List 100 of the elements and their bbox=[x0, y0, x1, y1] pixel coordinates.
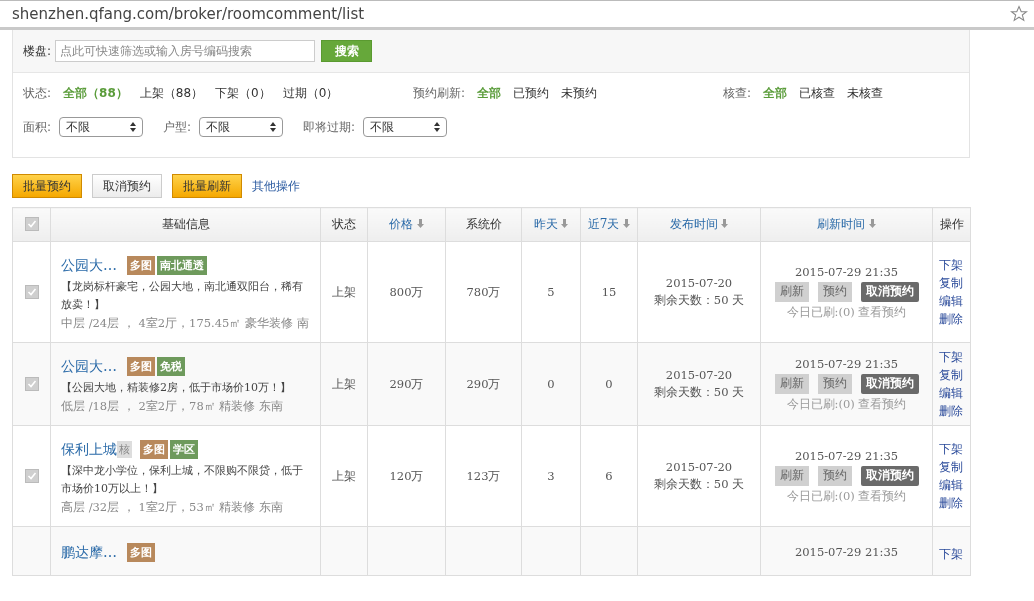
row-action-link[interactable]: 下架 bbox=[939, 256, 970, 274]
refresh-action-button[interactable]: 取消预约 bbox=[860, 281, 919, 302]
search-field[interactable]: 点此可快速筛选或输入房号编码搜索 bbox=[55, 40, 316, 62]
column-header[interactable]: 价格 bbox=[367, 207, 446, 242]
listing-tag: 南北通透 bbox=[157, 256, 207, 275]
listing-detail: 低层 /18层 ， 2室2厅，78㎡ 精装修 东南 bbox=[61, 398, 285, 415]
dropdown[interactable]: 不限 bbox=[363, 117, 448, 137]
row-action-link[interactable]: 编辑 bbox=[939, 476, 970, 494]
listing-tag: 多图 bbox=[127, 357, 155, 376]
sort-arrow-icon bbox=[561, 219, 569, 228]
refresh-action-button[interactable]: 预约 bbox=[817, 465, 852, 486]
listing-tag: 免税 bbox=[157, 357, 185, 376]
listing-description: 【深中龙小学位，保利上城，不限购不限贷，低于市场价10万以上！】 bbox=[61, 463, 304, 497]
refresh-time: 2015-07-29 21:35 bbox=[794, 356, 899, 371]
dropdown-arrows-icon bbox=[130, 122, 137, 132]
row-action-link[interactable]: 下架 bbox=[939, 348, 970, 366]
row-action-link[interactable]: 下架 bbox=[939, 440, 970, 458]
yesterday-cell: 0 bbox=[547, 377, 555, 391]
column-header: 操作 bbox=[932, 207, 971, 242]
listing-tag: 多图 bbox=[140, 440, 168, 459]
sort-arrow-icon bbox=[868, 219, 876, 228]
row-checkbox[interactable] bbox=[24, 284, 39, 299]
refresh-action-button[interactable]: 预约 bbox=[817, 373, 852, 394]
action-button[interactable]: 批量刷新 bbox=[172, 174, 242, 198]
listing-title[interactable]: 保利上城 bbox=[61, 440, 117, 459]
refresh-action-button[interactable]: 取消预约 bbox=[860, 465, 919, 486]
filter-option[interactable]: 未核查 bbox=[847, 84, 884, 102]
price-cell: 800万 bbox=[389, 284, 424, 299]
url-text[interactable]: shenzhen.qfang.com/broker/roomcomment/list bbox=[12, 5, 1010, 23]
filter-option[interactable]: 过期（0） bbox=[282, 84, 339, 102]
refresh-count: 今日已刷:(0) bbox=[786, 396, 855, 411]
row-action-link[interactable]: 删除 bbox=[939, 494, 970, 512]
filter-label: 核查: bbox=[723, 84, 752, 102]
other-actions-link[interactable]: 其他操作 bbox=[252, 177, 300, 195]
listing-description: 【龙岗标杆豪宅，公园大地，南北通双阳台，稀有放卖！】 bbox=[61, 279, 304, 313]
filter-option[interactable]: 上架（88） bbox=[139, 84, 204, 102]
listing-tag: 多图 bbox=[127, 256, 155, 275]
price-cell: 290万 bbox=[389, 376, 424, 391]
listing-title[interactable]: 鹏达摩… bbox=[61, 543, 117, 562]
dropdown[interactable]: 不限 bbox=[59, 117, 144, 137]
action-button[interactable]: 批量预约 bbox=[12, 174, 82, 198]
action-button[interactable]: 取消预约 bbox=[92, 174, 162, 198]
listing-detail: 中层 /24层 ， 4室2厅，175.45㎡ 豪华装修 南 bbox=[61, 315, 310, 332]
publish-date: 2015-07-20 bbox=[665, 368, 733, 382]
remaining-days: 剩余天数：50 天 bbox=[653, 293, 745, 308]
listing-description: 【公园大地，精装修2房，低于市场价10万！】 bbox=[61, 380, 292, 396]
sort-arrow-icon bbox=[416, 219, 424, 228]
verified-badge: 核 bbox=[117, 441, 132, 458]
row-action-link[interactable]: 编辑 bbox=[939, 292, 970, 310]
refresh-action-button[interactable]: 刷新 bbox=[774, 465, 809, 486]
filter-label: 预约刷新: bbox=[413, 84, 466, 102]
week-cell: 0 bbox=[605, 377, 613, 391]
week-cell: 15 bbox=[601, 285, 617, 299]
row-action-link[interactable]: 复制 bbox=[939, 274, 970, 292]
refresh-count: 今日已刷:(0) bbox=[786, 304, 855, 319]
column-header: 系统价 bbox=[445, 207, 522, 242]
filter-label: 户型: bbox=[163, 118, 192, 136]
listing-title[interactable]: 公园大… bbox=[61, 357, 117, 376]
bookmark-star-icon[interactable] bbox=[1010, 5, 1028, 23]
row-action-link[interactable]: 删除 bbox=[939, 310, 970, 328]
select-all-checkbox[interactable] bbox=[24, 217, 39, 231]
filter-option[interactable]: 下架（0） bbox=[215, 84, 271, 102]
price-cell: 120万 bbox=[389, 468, 424, 483]
listing-detail: 高层 /32层 ， 1室2厅，53㎡ 精装修 东南 bbox=[61, 499, 285, 516]
filter-label: 面积: bbox=[23, 118, 52, 136]
remaining-days: 剩余天数：50 天 bbox=[653, 385, 745, 400]
row-action-link[interactable]: 复制 bbox=[939, 366, 970, 384]
status-cell: 上架 bbox=[332, 284, 356, 299]
filter-option[interactable]: 未预约 bbox=[561, 84, 598, 102]
refresh-action-button[interactable]: 预约 bbox=[817, 281, 852, 302]
system-price-cell: 123万 bbox=[466, 468, 501, 483]
listing-title[interactable]: 公园大… bbox=[61, 256, 117, 275]
listing-tag: 多图 bbox=[127, 543, 155, 562]
refresh-action-button[interactable]: 刷新 bbox=[774, 281, 809, 302]
refresh-time: 2015-07-29 21:35 bbox=[794, 448, 899, 463]
row-checkbox[interactable] bbox=[24, 376, 39, 391]
row-action-link[interactable]: 编辑 bbox=[939, 384, 970, 402]
row-checkbox[interactable] bbox=[24, 468, 39, 483]
refresh-time: 2015-07-29 21:35 bbox=[794, 264, 899, 279]
system-price-cell: 780万 bbox=[466, 284, 501, 299]
column-header: 基础信息 bbox=[50, 207, 321, 242]
filter-label: 即将过期: bbox=[303, 118, 356, 136]
row-action-link[interactable]: 复制 bbox=[939, 458, 970, 476]
row-action-link[interactable]: 删除 bbox=[939, 402, 970, 420]
publish-date: 2015-07-20 bbox=[665, 276, 733, 290]
column-header[interactable]: 近7天 bbox=[580, 207, 638, 242]
column-header[interactable]: 刷新时间 bbox=[760, 207, 933, 242]
dropdown[interactable]: 不限 bbox=[199, 117, 284, 137]
filter-option[interactable]: 已预约 bbox=[513, 84, 550, 102]
week-cell: 6 bbox=[605, 469, 613, 483]
refresh-action-button[interactable]: 刷新 bbox=[774, 373, 809, 394]
status-cell: 上架 bbox=[332, 468, 356, 483]
column-header[interactable]: 昨天 bbox=[521, 207, 581, 242]
column-header[interactable]: 发布时间 bbox=[637, 207, 761, 242]
dropdown-arrows-icon bbox=[434, 122, 441, 132]
filter-option[interactable]: 已核查 bbox=[799, 84, 836, 102]
listing-tag: 学区 bbox=[170, 440, 198, 459]
yesterday-cell: 3 bbox=[547, 469, 555, 483]
refresh-action-button[interactable]: 取消预约 bbox=[860, 373, 919, 394]
sort-arrow-icon bbox=[721, 219, 729, 228]
